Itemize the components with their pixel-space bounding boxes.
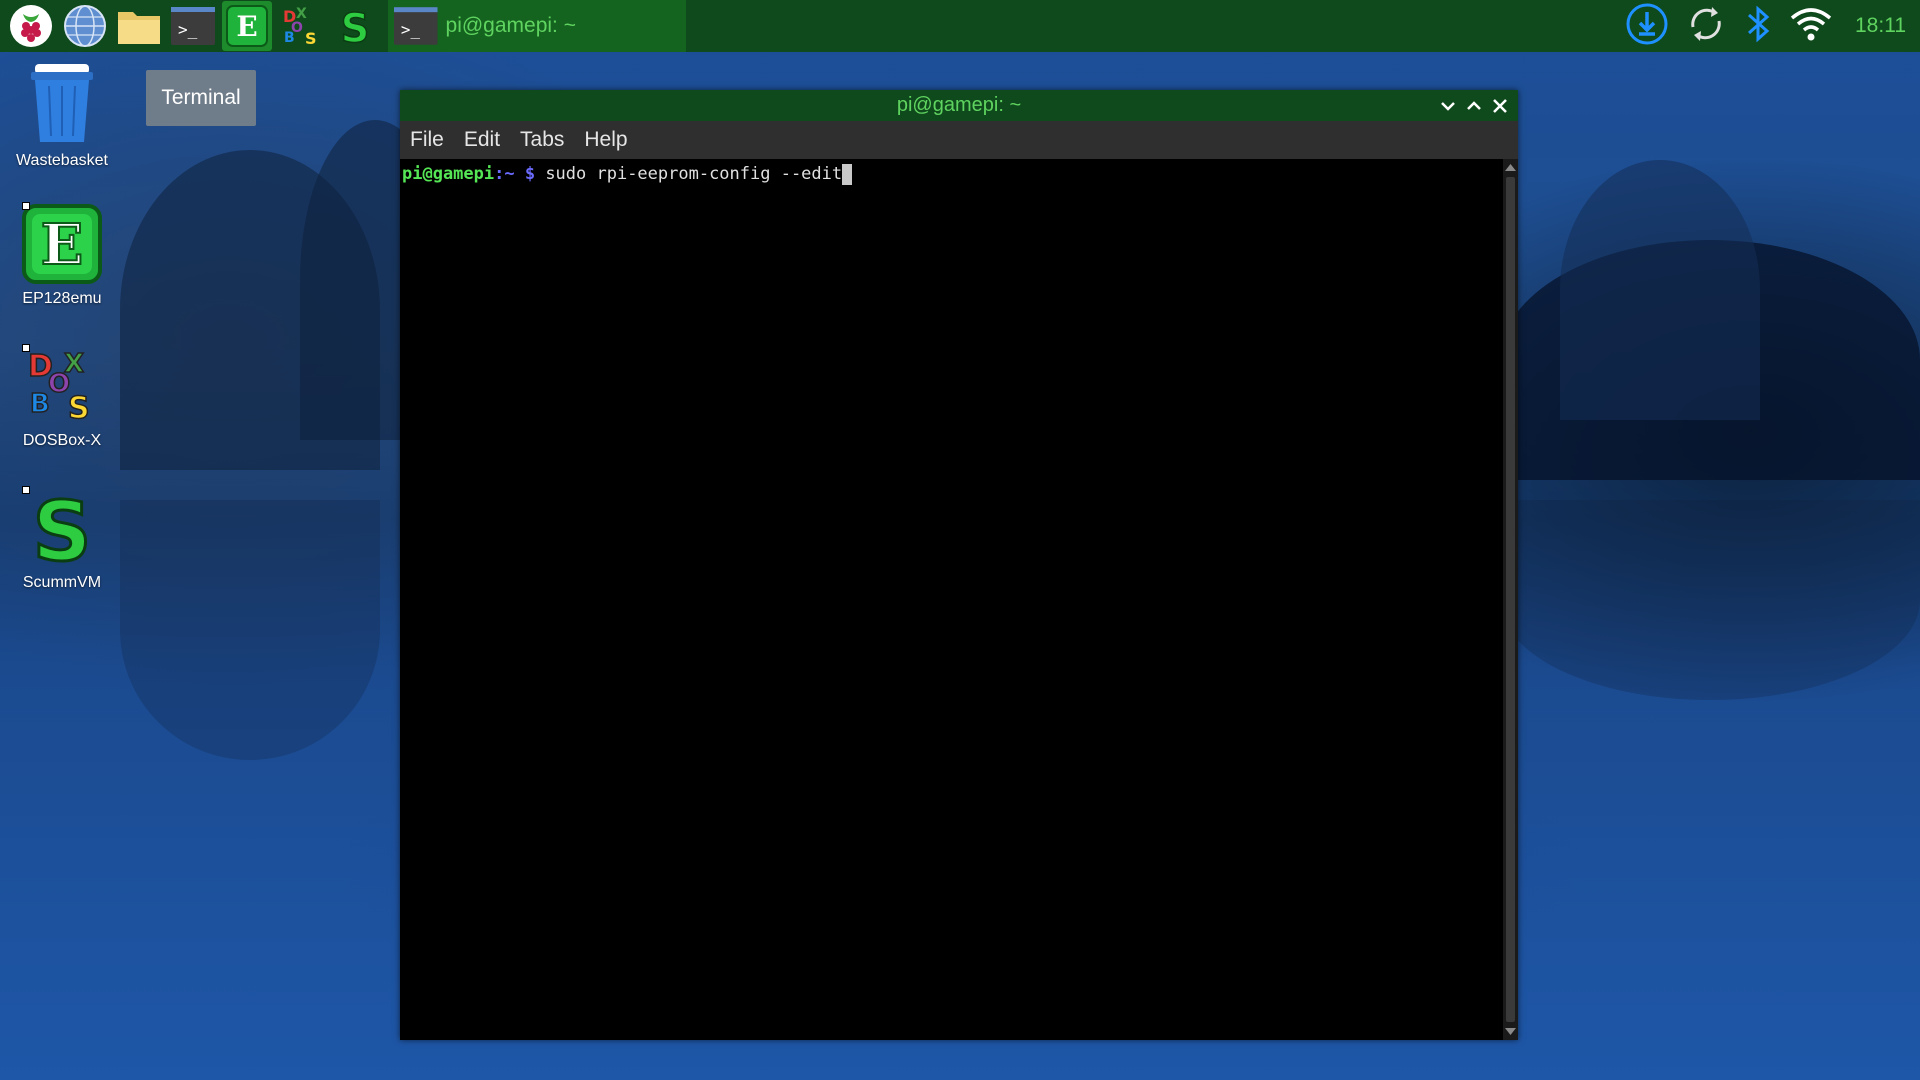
raspberry-icon: [10, 5, 52, 47]
sync-icon: [1691, 6, 1721, 41]
globe-icon: [64, 5, 106, 47]
clock[interactable]: 18:11: [1855, 14, 1906, 38]
close-button[interactable]: [1490, 96, 1510, 116]
terminal-launcher-button[interactable]: >_: [168, 1, 218, 51]
desktop-icon-ep128emu[interactable]: E EP128emu: [0, 202, 124, 308]
svg-text:S: S: [32, 488, 91, 568]
window-controls: [1438, 90, 1510, 121]
chevron-up-icon: [1467, 100, 1481, 110]
desktop-icon-wastebasket[interactable]: Wastebasket: [0, 62, 124, 170]
prompt-user-host: pi@gamepi: [402, 164, 495, 184]
menu-tabs[interactable]: Tabs: [518, 128, 566, 152]
scroll-up-arrow-icon[interactable]: [1505, 162, 1516, 172]
taskbar-task-title: pi@gamepi: ~: [445, 14, 576, 37]
launcher-bar: >_ E D X O B S S: [0, 0, 380, 52]
terminal-scrollbar[interactable]: [1503, 159, 1518, 1040]
desktop-icon-label: ScummVM: [22, 574, 102, 591]
maximize-button[interactable]: [1464, 96, 1484, 116]
scrollbar-thumb[interactable]: [1506, 177, 1515, 1022]
desktop-icon-label: DOSBox-X: [22, 432, 102, 449]
window-titlebar[interactable]: pi@gamepi: ~: [400, 90, 1518, 121]
svg-text:O: O: [48, 369, 70, 399]
terminal-tooltip: Terminal: [146, 70, 256, 126]
terminal-output[interactable]: pi@gamepi:~ $ sudo rpi-eeprom-config --e…: [400, 159, 1503, 1040]
ep128emu-icon: E: [226, 5, 268, 47]
dosbox-launcher-button[interactable]: D X O B S: [276, 1, 326, 51]
raspberry-menu-button[interactable]: [6, 1, 56, 51]
bluetooth-button[interactable]: [1743, 3, 1773, 50]
terminal-icon: >_: [394, 7, 438, 45]
scummvm-icon: S: [340, 5, 370, 48]
dosbox-icon: D X O B S: [27, 348, 90, 426]
ep128emu-launcher-button[interactable]: E: [222, 1, 272, 51]
prompt-command: sudo rpi-eeprom-config --edit: [545, 164, 843, 184]
taskbar-task-terminal[interactable]: >_ pi@gamepi: ~: [388, 0, 686, 52]
shortcut-arrow-icon: [22, 344, 30, 352]
shortcut-arrow-icon: [22, 486, 30, 494]
ep128emu-icon: E: [22, 204, 102, 284]
svg-text:>_: >_: [401, 20, 421, 39]
desktop-icon-scummvm[interactable]: S ScummVM: [0, 486, 124, 592]
top-panel: >_ E D X O B S S >_ pi@gamepi: ~ 18:11: [0, 0, 1920, 52]
terminal-prompt-line: pi@gamepi:~ $ sudo rpi-eeprom-config --e…: [402, 159, 1503, 189]
svg-text:>_: >_: [178, 20, 198, 39]
window-title: pi@gamepi: ~: [896, 94, 1022, 116]
desktop-icon-label: Wastebasket: [16, 152, 108, 169]
scroll-down-arrow-icon[interactable]: [1505, 1027, 1516, 1037]
bluetooth-icon: [1748, 5, 1770, 42]
minimize-button[interactable]: [1438, 96, 1458, 116]
scummvm-launcher-button[interactable]: S: [330, 1, 380, 51]
wifi-icon: [1790, 7, 1832, 40]
svg-text:S: S: [305, 29, 317, 48]
folder-icon: [118, 12, 160, 44]
svg-text:E: E: [236, 10, 257, 43]
terminal-menubar: File Edit Tabs Help: [400, 121, 1518, 159]
desktop-icon-label: EP128emu: [22, 290, 102, 307]
svg-text:S: S: [341, 6, 370, 48]
dosbox-icon: D X O B S: [283, 6, 317, 48]
svg-text:S: S: [68, 391, 90, 426]
wifi-button[interactable]: [1789, 4, 1833, 49]
terminal-window[interactable]: pi@gamepi: ~ File Edit Tabs Help pi@game…: [400, 90, 1518, 1040]
updates-button[interactable]: [1625, 2, 1669, 51]
chevron-down-icon: [1441, 101, 1455, 111]
terminal-icon: >_: [171, 7, 215, 45]
svg-text:B: B: [284, 30, 295, 46]
svg-text:B: B: [30, 389, 50, 419]
sync-button[interactable]: [1685, 3, 1727, 50]
web-browser-button[interactable]: [60, 1, 110, 51]
menu-edit[interactable]: Edit: [462, 128, 502, 152]
text-cursor: [842, 163, 853, 185]
desktop-icon-dosbox-x[interactable]: D X O B S DOSBox-X: [0, 344, 124, 450]
menu-help[interactable]: Help: [582, 128, 629, 152]
scummvm-icon: S: [31, 488, 93, 568]
menu-file[interactable]: File: [408, 128, 446, 152]
system-tray: 18:11: [1625, 2, 1920, 51]
prompt-path: :~ $: [494, 164, 546, 184]
wastebasket-icon: [31, 64, 93, 142]
shortcut-arrow-icon: [22, 202, 30, 210]
svg-text:E: E: [41, 212, 84, 278]
download-updates-icon: [1626, 3, 1668, 44]
file-manager-button[interactable]: [114, 1, 164, 51]
close-icon: [1493, 98, 1507, 113]
